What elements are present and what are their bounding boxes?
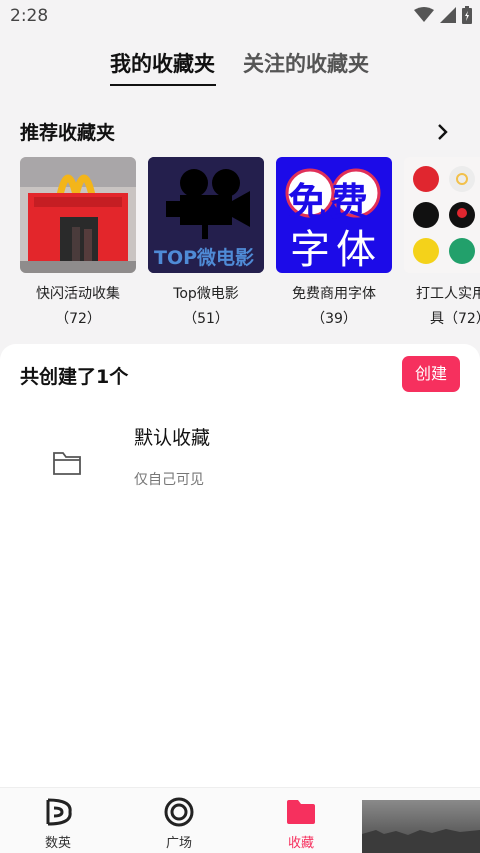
nav-item-collections[interactable]: 收藏 [261, 788, 341, 853]
thumbnail-caption: TOP微电影 [154, 247, 255, 269]
app-icons-grid [404, 157, 480, 273]
active-tab-indicator [110, 84, 216, 86]
create-button[interactable]: 创建 [402, 356, 460, 392]
collection-count: （72） [55, 311, 101, 327]
shuying-logo-icon [46, 798, 72, 826]
collection-title: 默认收藏 [134, 427, 211, 449]
collection-thumbnail [20, 157, 136, 273]
collection-count: （51） [183, 311, 229, 327]
collection-count: （39） [311, 311, 357, 327]
tab-my-collections[interactable]: 我的收藏夹 [110, 48, 215, 78]
bottom-navigation: 数英 广场 收藏 [0, 787, 480, 853]
collection-name: 打工人实用工 [416, 286, 480, 302]
nav-item-shuying[interactable]: 数英 [18, 788, 98, 853]
collection-thumbnail: TOP微电影 [148, 157, 264, 273]
folder-icon [287, 800, 315, 824]
recommended-title: 推荐收藏夹 [20, 122, 116, 144]
folder-icon [53, 452, 81, 475]
collection-name: Top微电影 [173, 286, 239, 302]
mountain-image [362, 829, 480, 853]
nav-item-square[interactable]: 广场 [139, 788, 219, 853]
tab-followed-collections[interactable]: 关注的收藏夹 [243, 48, 369, 78]
collection-name: 免费商用字体 [292, 286, 376, 302]
collection-list-item[interactable]: 默认收藏 仅自己可见 [0, 414, 480, 504]
recommended-header: 推荐收藏夹 [0, 118, 480, 148]
status-icons [414, 6, 472, 24]
floating-image-preview[interactable] [362, 800, 480, 853]
status-time: 2:28 [10, 6, 49, 26]
status-bar: 2:28 [0, 0, 480, 34]
recommended-card[interactable]: 免费 字体 免费商用字体 （39） [276, 157, 392, 328]
collection-tabs: 我的收藏夹 关注的收藏夹 [0, 48, 480, 92]
chevron-right-icon[interactable] [433, 122, 453, 142]
collection-thumbnail: 免费 字体 [276, 157, 392, 273]
nav-label: 广场 [165, 836, 192, 851]
popup-store-image [20, 157, 136, 273]
recommended-card[interactable]: TOP微电影 Top微电影 （51） [148, 157, 264, 328]
collection-visibility: 仅自己可见 [134, 472, 204, 488]
recommended-card[interactable]: 快闪活动收集 （72） [20, 157, 136, 328]
collection-count: 具（72） [430, 311, 480, 327]
circle-target-icon [164, 797, 194, 827]
created-count-text: 共创建了1个 [20, 366, 129, 388]
recommended-card[interactable]: 打工人实用工 具（72） [404, 157, 480, 328]
collection-name: 快闪活动收集 [36, 286, 120, 302]
nav-label: 收藏 [287, 836, 314, 851]
my-collections-panel: 共创建了1个 创建 默认收藏 仅自己可见 [0, 344, 480, 787]
nav-label: 数英 [44, 836, 71, 851]
battery-icon [462, 6, 472, 24]
signal-icon [440, 7, 456, 23]
thumbnail-caption-bottom: 字体 [290, 227, 382, 273]
wifi-icon [414, 7, 434, 22]
recommended-list: 快闪活动收集 （72） TOP微电影 Top微电影 （51） 免费 字体 免费商… [0, 157, 480, 327]
collection-thumbnail [404, 157, 480, 273]
